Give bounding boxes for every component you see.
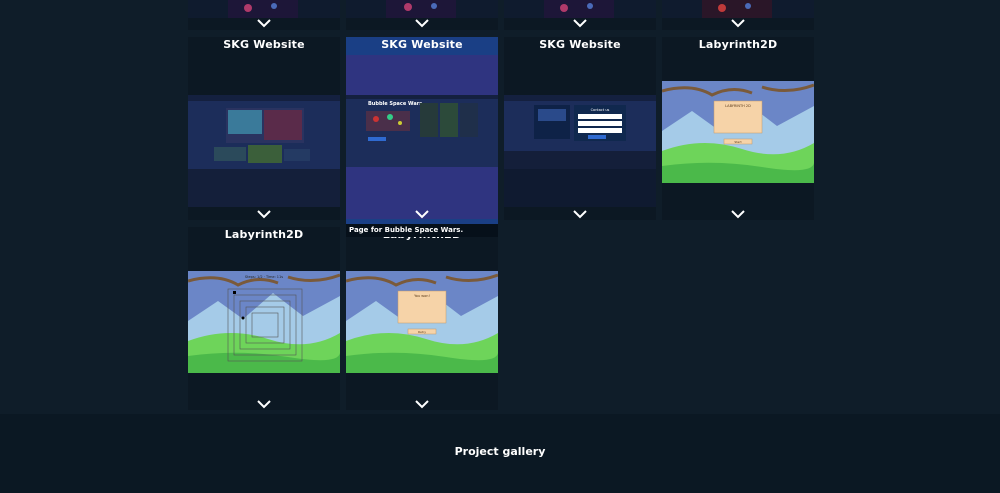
gallery-card-partial[interactable] [188,0,340,30]
thumbnail-image: Steps: 1/2 · Time: 11s [188,271,340,373]
thumbnail-image [188,0,340,18]
footer-title: Project gallery [454,445,546,458]
thumb-text: Contact us [591,108,610,112]
chevron-down-icon[interactable] [415,18,429,28]
card-title: Labyrinth2D [224,228,304,241]
gallery-card[interactable]: Labyrinth2D Steps: 1/2 · Time: 11s [188,227,340,410]
chevron-down-icon[interactable] [415,399,429,409]
hover-tooltip: Page for Bubble Space Wars. [346,224,498,237]
chevron-down-icon[interactable] [731,18,745,28]
chevron-down-icon[interactable] [257,399,271,409]
thumbnail-image: You won! Retry [346,271,498,373]
thumb-text: LABYRINTH 2D [725,104,751,108]
card-title: Labyrinth2D [698,38,778,51]
chevron-down-icon[interactable] [257,18,271,28]
thumb-text: Start [734,140,742,144]
thumb-text: Steps: 1/2 · Time: 11s [245,275,283,279]
gallery-card[interactable]: SKG Website [188,37,340,220]
thumb-text: Retry [418,330,426,334]
gallery-card-partial[interactable] [346,0,498,30]
thumb-text: Bubble Space Wars [368,101,422,107]
chevron-down-icon[interactable] [573,18,587,28]
chevron-down-icon[interactable] [731,209,745,219]
chevron-down-icon[interactable] [573,209,587,219]
chevron-down-icon[interactable] [415,209,429,219]
thumbnail-image [662,0,814,18]
gallery-card[interactable]: Labyrinth2D LABYRINTH 2D Start [662,37,814,220]
gallery-card[interactable]: SKG Website Contact us [504,37,656,220]
chevron-down-icon[interactable] [257,209,271,219]
gallery-card-partial[interactable] [662,0,814,30]
thumbnail-image [504,0,656,18]
footer: Project gallery [0,414,1000,493]
thumbnail-image [188,95,340,207]
card-title: SKG Website [223,38,305,51]
thumbnail-image: LABYRINTH 2D Start [662,81,814,183]
thumbnail-image [346,0,498,18]
gallery-card[interactable]: Labyrinth2D You won! Retry [346,227,498,410]
gallery-card-hovered[interactable]: SKG Website Bubble Space Wars [346,37,498,224]
card-title: SKG Website [539,38,621,51]
thumbnail-image: Contact us [504,95,656,207]
card-title: SKG Website [381,38,463,51]
gallery-card-partial[interactable] [504,0,656,30]
thumbnail-image: Bubble Space Wars [346,55,498,219]
thumb-text: You won! [414,294,430,298]
